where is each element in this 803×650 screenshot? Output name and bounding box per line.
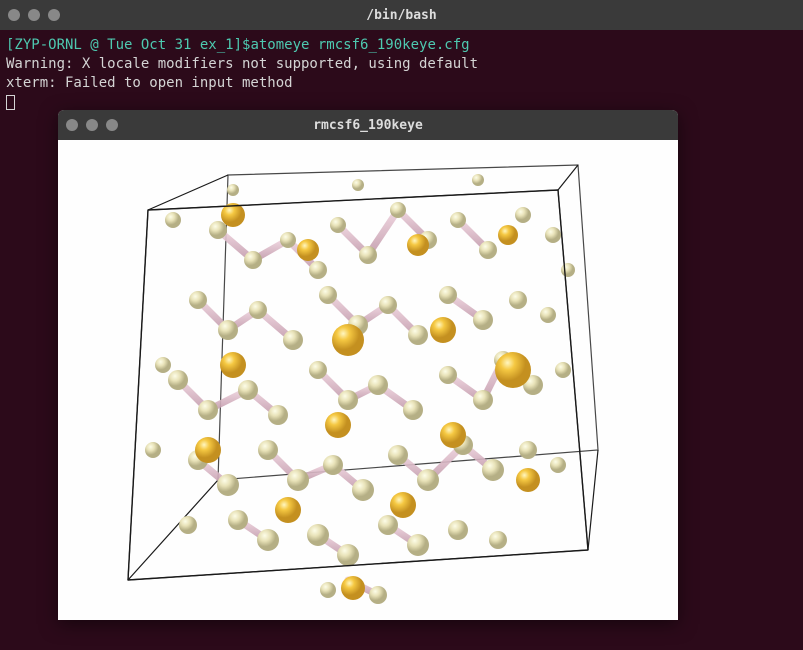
cursor-line — [6, 93, 797, 112]
minimize-icon[interactable] — [28, 9, 40, 21]
terminal-titlebar: /bin/bash — [0, 0, 803, 30]
molecular-viewer[interactable] — [58, 140, 678, 620]
output-line: xterm: Failed to open input method — [6, 74, 797, 93]
terminal-traffic-lights — [8, 9, 60, 21]
viewer-traffic-lights — [66, 119, 118, 131]
close-icon[interactable] — [66, 119, 78, 131]
viewer-window: rmcsf6_190keye — [58, 110, 678, 620]
viewer-titlebar: rmcsf6_190keye — [58, 110, 678, 140]
prompt-line: [ZYP-ORNL @ Tue Oct 31 ex_1]$atomeye rmc… — [6, 36, 797, 55]
maximize-icon[interactable] — [48, 9, 60, 21]
prompt-text: [ZYP-ORNL @ Tue Oct 31 ex_1]$ — [6, 37, 250, 53]
minimize-icon[interactable] — [86, 119, 98, 131]
viewer-title: rmcsf6_190keye — [58, 118, 678, 133]
terminal-title: /bin/bash — [0, 8, 803, 23]
close-icon[interactable] — [8, 9, 20, 21]
cursor-icon — [6, 95, 15, 110]
terminal-content[interactable]: [ZYP-ORNL @ Tue Oct 31 ex_1]$atomeye rmc… — [0, 30, 803, 118]
output-line: Warning: X locale modifiers not supporte… — [6, 55, 797, 74]
command-text: atomeye rmcsf6_190keye.cfg — [250, 37, 469, 53]
maximize-icon[interactable] — [106, 119, 118, 131]
molecular-visualization — [58, 140, 678, 620]
